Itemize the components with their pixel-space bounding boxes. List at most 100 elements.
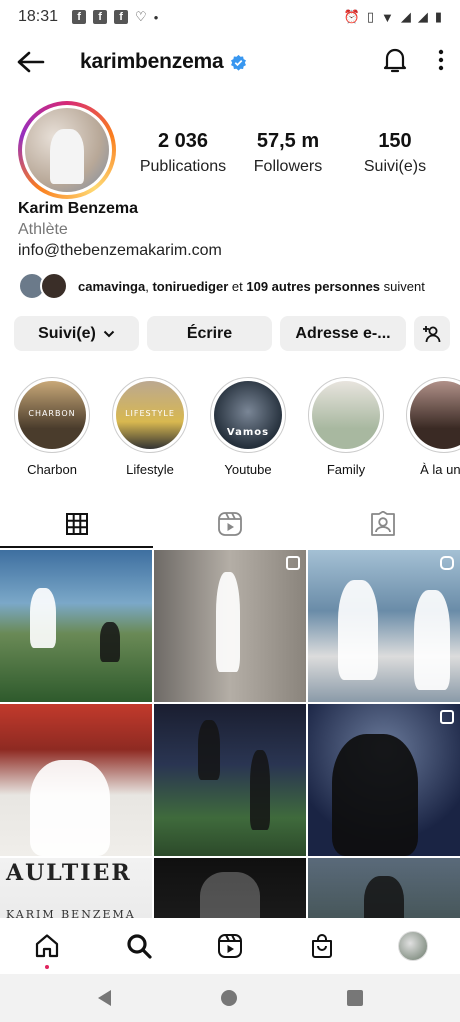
shop-icon: [311, 934, 332, 958]
profile-username: karimbenzema: [80, 50, 224, 73]
followed-by[interactable]: camavinga, toniruediger et 109 autres pe…: [18, 272, 425, 300]
highlight-cover: CHARBON: [18, 381, 86, 449]
highlight-cover: [410, 381, 460, 449]
status-time: 18:31: [18, 8, 59, 25]
vibrate-icon: ▯: [366, 9, 374, 24]
highlight-cover: LIFESTYLE: [116, 381, 184, 449]
mutual-user-2: toniruediger: [152, 278, 229, 294]
post-figure: [332, 734, 418, 856]
avatar-image: [25, 108, 109, 192]
status-bar: 18:31 f f f ♡ • ⏰ ▯ ▼ ◢ ◢ ▮: [0, 0, 460, 34]
message-button[interactable]: Écrire: [147, 316, 272, 351]
mutual-avatars: [18, 272, 70, 300]
highlight-cover-text: CHARBON: [28, 409, 76, 418]
notifications-button[interactable]: [382, 46, 408, 79]
stat-following[interactable]: 150 Suivi(e)s: [340, 130, 450, 176]
profile-name: Karim Benzema: [18, 200, 139, 217]
verified-badge-icon: [230, 54, 246, 71]
nav-search[interactable]: [124, 931, 154, 961]
signal-icon: ◢: [400, 9, 411, 24]
grid-icon: [65, 513, 88, 535]
nav-shop[interactable]: [307, 931, 337, 961]
profile-actions: Suivi(e) Écrire Adresse e-...: [14, 316, 450, 351]
profile-bio: Karim Benzema Athlète info@thebenzemakar…: [18, 200, 222, 260]
avatar: [40, 272, 68, 300]
nav-home[interactable]: [32, 931, 62, 969]
post-thumbnail[interactable]: [154, 704, 306, 856]
tab-tagged[interactable]: [307, 500, 460, 548]
following-button[interactable]: Suivi(e): [14, 316, 139, 351]
highlight-lifestyle[interactable]: LIFESTYLE Lifestyle: [111, 377, 189, 477]
tab-posts-grid[interactable]: [0, 500, 154, 548]
stat-followers[interactable]: 57,5 m Followers: [236, 130, 340, 176]
mutual-tail: suivent: [380, 278, 425, 294]
add-user-icon: [423, 325, 441, 342]
health-icon: ♡: [135, 9, 147, 24]
highlight-ring: Vamos: [210, 377, 286, 453]
nav-reels[interactable]: [215, 931, 245, 961]
nav-profile[interactable]: [398, 931, 428, 961]
highlight-label: À la une: [420, 462, 460, 477]
chevron-down-icon: [103, 330, 115, 337]
more-vertical-icon: [438, 49, 444, 70]
more-options-button[interactable]: [438, 49, 444, 76]
post-figure: [216, 572, 240, 672]
posts-grid: AULTIER KARIM BENZEMA: [0, 550, 460, 918]
wifi-icon: ▼: [380, 9, 394, 25]
bell-icon: [383, 48, 407, 72]
back-button[interactable]: [16, 47, 46, 77]
highlight-ring: [308, 377, 384, 453]
post-figure: [200, 872, 260, 918]
highlight-youtube[interactable]: Vamos Youtube: [209, 377, 287, 477]
post-thumbnail[interactable]: [308, 704, 460, 856]
avatar-border: [22, 105, 112, 195]
stat-label: Followers: [253, 158, 323, 175]
status-dot: •: [153, 9, 159, 25]
arrow-left-icon: [17, 51, 45, 73]
system-recents-icon[interactable]: [346, 990, 363, 1006]
profile-avatar[interactable]: [18, 101, 116, 199]
stat-number: 150: [378, 130, 412, 152]
profile-tabs: [0, 500, 460, 548]
post-thumbnail[interactable]: [154, 858, 306, 918]
reels-icon: [218, 934, 242, 958]
bottom-navigation: [0, 918, 460, 974]
post-thumbnail[interactable]: [308, 858, 460, 918]
profile-email[interactable]: info@thebenzemakarim.com: [18, 242, 222, 260]
post-thumbnail[interactable]: [308, 550, 460, 702]
reels-badge-icon: [440, 556, 454, 570]
facebook-icon: f: [72, 10, 87, 24]
search-icon: [126, 934, 152, 959]
highlight-label: Lifestyle: [126, 462, 174, 477]
system-back-icon[interactable]: [97, 990, 111, 1006]
battery-icon: ▮: [434, 9, 442, 24]
mutual-others: 109 autres personnes: [246, 278, 381, 294]
system-navigation: [0, 974, 460, 1022]
post-figure: [100, 622, 120, 662]
avatar: [398, 931, 428, 961]
tab-reels[interactable]: [153, 500, 306, 548]
following-label: Suivi(e): [38, 324, 96, 342]
post-figure: [198, 720, 220, 780]
highlight-cover-text: LIFESTYLE: [125, 409, 175, 418]
stat-publications[interactable]: 2 036 Publications: [130, 130, 236, 176]
highlight-label: Youtube: [224, 462, 272, 477]
post-thumbnail[interactable]: [154, 550, 306, 702]
profile-category: Athlète: [18, 221, 68, 238]
post-thumbnail[interactable]: AULTIER KARIM BENZEMA: [0, 858, 152, 918]
notification-dot: [45, 965, 49, 969]
highlight-charbon[interactable]: CHARBON Charbon: [13, 377, 91, 477]
mutual-connector: et: [228, 278, 247, 294]
highlight-a-la-une[interactable]: À la une: [405, 377, 460, 477]
home-icon: [35, 934, 59, 958]
email-address-button[interactable]: Adresse e-...: [280, 316, 406, 351]
post-thumbnail[interactable]: [0, 704, 152, 856]
profile-header: karimbenzema: [0, 40, 460, 84]
reels-icon: [218, 512, 242, 536]
highlight-label: Charbon: [27, 462, 77, 477]
suggest-users-button[interactable]: [414, 316, 450, 351]
post-text: KARIM BENZEMA: [6, 908, 136, 918]
post-thumbnail[interactable]: [0, 550, 152, 702]
highlight-family[interactable]: Family: [307, 377, 385, 477]
system-home-icon[interactable]: [220, 990, 237, 1006]
